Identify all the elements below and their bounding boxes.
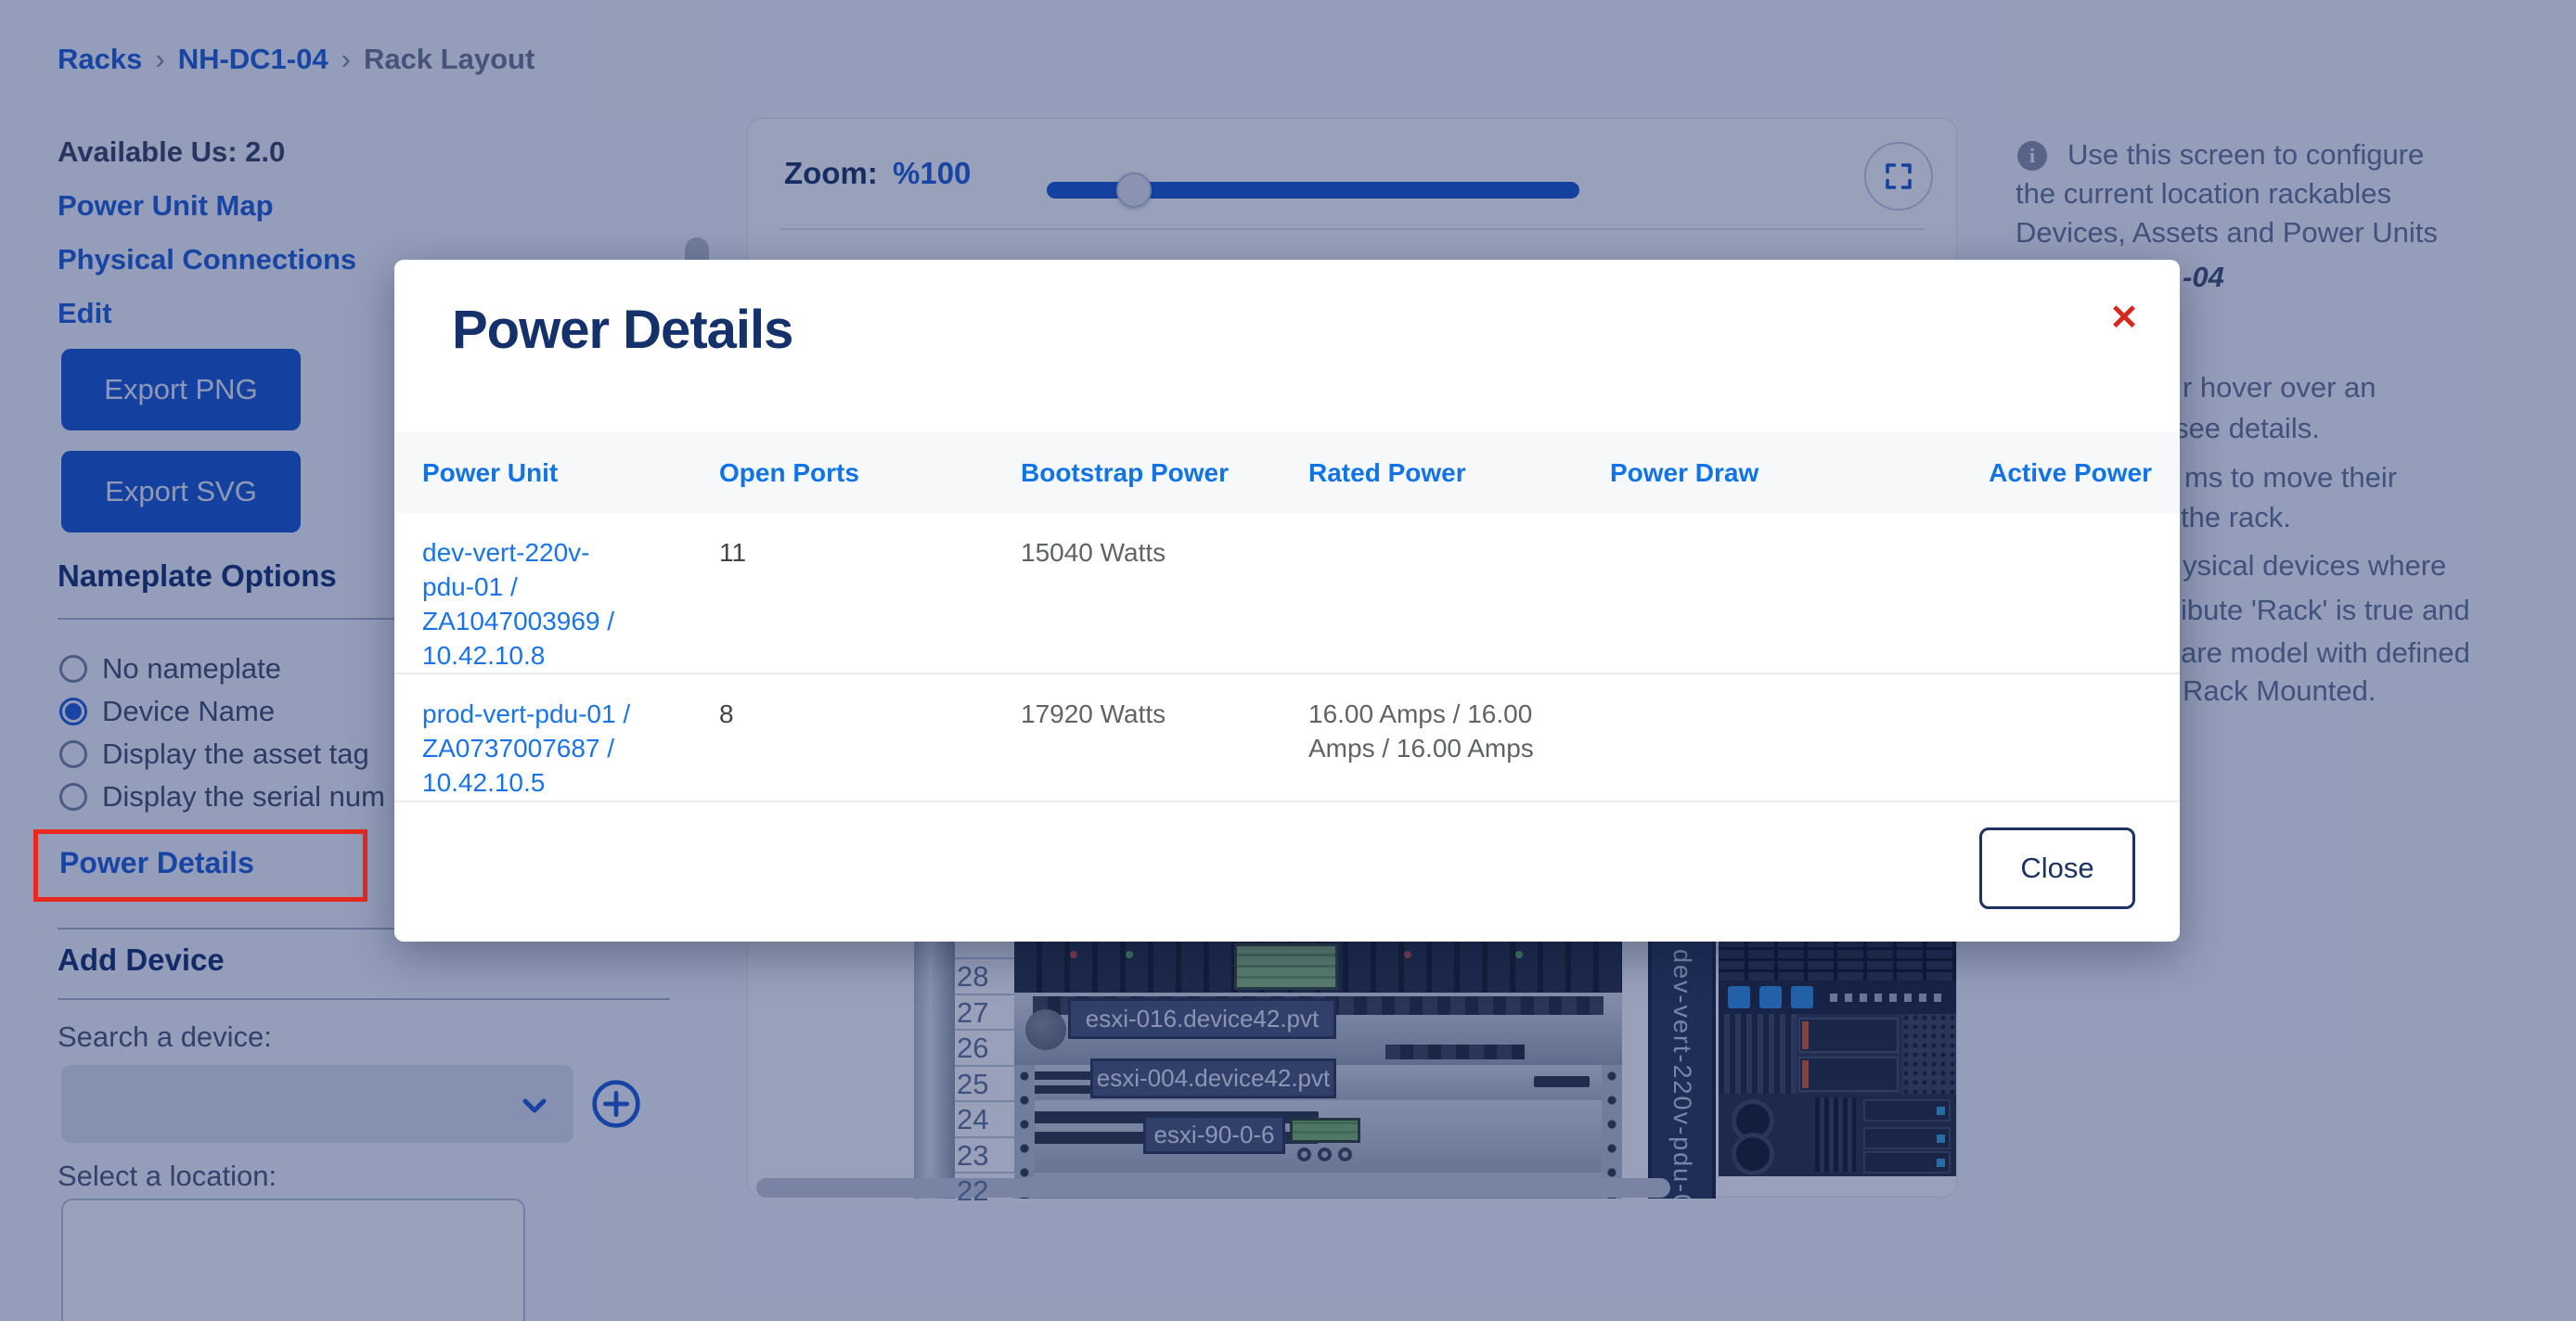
table-row: prod-vert-pdu-01 /ZA0737007687 /10.42.10… [394, 674, 2180, 802]
power-draw-cell [1610, 697, 1907, 801]
power-table-body: dev-vert-220v-pdu-01 /ZA1047003969 /10.4… [394, 513, 2180, 802]
column-header: Open Ports [719, 458, 1021, 488]
rated-power-cell: 16.00 Amps / 16.00Amps / 16.00 Amps [1308, 697, 1610, 801]
power-unit-line: pdu-01 / [422, 570, 697, 604]
column-header: Rated Power [1308, 458, 1610, 488]
active-power-cell [1907, 535, 2152, 673]
table-row: dev-vert-220v-pdu-01 /ZA1047003969 /10.4… [394, 513, 2180, 674]
rated-power-line: Amps / 16.00 Amps [1308, 731, 1588, 765]
active-power-cell [1907, 697, 2152, 801]
bootstrap-power-cell: 15040 Watts [1021, 535, 1308, 673]
column-header: Active Power [1907, 458, 2152, 488]
power-table-header: Power UnitOpen PortsBootstrap PowerRated… [394, 432, 2180, 513]
column-header: Power Unit [422, 458, 719, 488]
close-icon[interactable]: ✕ [2109, 301, 2139, 336]
power-unit-link[interactable]: dev-vert-220v-pdu-01 /ZA1047003969 /10.4… [422, 535, 719, 673]
power-unit-line: dev-vert-220v- [422, 535, 697, 570]
power-unit-line: 10.42.10.8 [422, 638, 697, 673]
open-ports-cell: 8 [719, 697, 1021, 801]
power-unit-line: 10.42.10.5 [422, 765, 697, 800]
open-ports-cell: 11 [719, 535, 1021, 673]
power-unit-line: ZA0737007687 / [422, 731, 697, 765]
power-details-modal: Power Details ✕ Power UnitOpen PortsBoot… [394, 260, 2180, 942]
column-header: Power Draw [1610, 458, 1907, 488]
annotation-highlight-box [33, 829, 367, 902]
rated-power-cell [1308, 535, 1610, 673]
power-unit-link[interactable]: prod-vert-pdu-01 /ZA0737007687 /10.42.10… [422, 697, 719, 801]
power-unit-line: ZA1047003969 / [422, 604, 697, 638]
power-unit-line: prod-vert-pdu-01 / [422, 697, 697, 731]
divider [394, 801, 2180, 802]
column-header: Bootstrap Power [1021, 458, 1308, 488]
rated-power-line: 16.00 Amps / 16.00 [1308, 697, 1588, 731]
power-draw-cell [1610, 535, 1907, 673]
bootstrap-power-cell: 17920 Watts [1021, 697, 1308, 801]
close-button[interactable]: Close [1979, 827, 2135, 909]
modal-title: Power Details [452, 299, 792, 361]
rack-layout-page: Racks›NH-DC1-04›Rack Layout Available Us… [0, 0, 2576, 1321]
